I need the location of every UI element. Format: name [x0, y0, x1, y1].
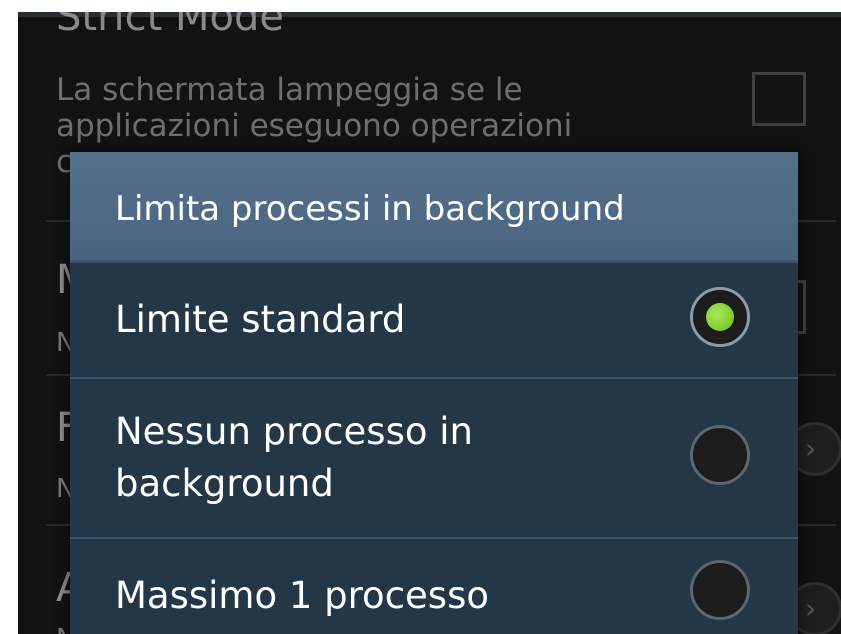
radio-dot-icon	[706, 303, 734, 331]
strict-mode-checkbox[interactable]	[752, 72, 806, 126]
option-label: Limite standard	[115, 298, 406, 341]
strict-mode-title: Strict Mode	[56, 12, 285, 40]
option-label: Nessun processo in background	[115, 410, 473, 505]
limit-background-processes-dialog: Limita processi in background Limite sta…	[70, 152, 798, 634]
dialog-title: Limita processi in background	[115, 189, 625, 229]
option-label: Massimo 1 processo	[115, 574, 489, 617]
dialog-header: Limita processi in background	[70, 152, 798, 263]
radio-unselected-icon[interactable]	[690, 425, 750, 485]
radio-unselected-icon[interactable]	[690, 560, 750, 620]
settings-screen: Strict Mode La schermata lampeggia se le…	[18, 12, 841, 634]
option-no-background-process[interactable]: Nessun processo in background	[70, 377, 798, 537]
option-standard-limit[interactable]: Limite standard	[70, 263, 798, 377]
radio-selected-icon[interactable]	[690, 287, 750, 347]
option-max-one-process[interactable]: Massimo 1 processo	[70, 537, 798, 634]
